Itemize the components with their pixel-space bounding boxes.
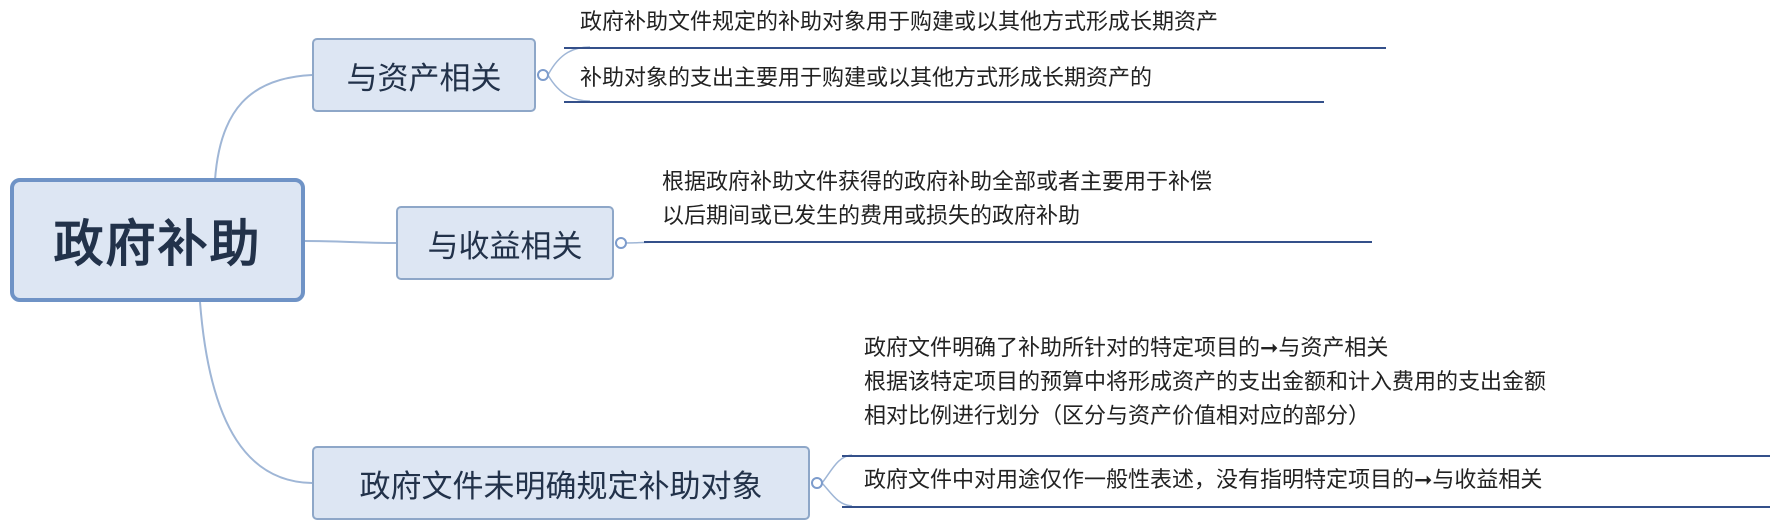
leaf-asset-1[interactable]: 政府补助文件规定的补助对象用于购建或以其他方式形成长期资产 [580,6,1218,40]
leaf-revenue-1[interactable]: 根据政府补助文件获得的政府补助全部或者主要用于补偿 以后期间或已发生的费用或损失… [662,166,1212,234]
link-unspecified-to-leaf-1 [821,454,853,484]
leaf-underline [564,47,1386,49]
leaf-asset-2[interactable]: 补助对象的支出主要用于购建或以其他方式形成长期资产的 [580,62,1152,96]
branch-node-revenue-related[interactable]: 与收益相关 [396,206,614,280]
leaf-underline [842,455,1770,457]
leaf-underline [564,101,1324,103]
link-root-to-revenue [304,240,397,244]
collapse-toggle-asset[interactable] [537,69,549,81]
leaf-unspecified-1[interactable]: 政府文件明确了补助所针对的特定项目的➞与资产相关 根据该特定项目的预算中将形成资… [864,332,1546,434]
link-unspecified-to-leaf-2 [821,482,853,507]
collapse-toggle-unspecified[interactable] [811,477,823,489]
collapse-toggle-revenue[interactable] [615,237,627,249]
link-root-to-asset [214,74,313,181]
root-node[interactable]: 政府补助 [10,178,305,302]
leaf-underline [842,506,1770,508]
leaf-underline [644,241,1372,243]
leaf-unspecified-2[interactable]: 政府文件中对用途仅作一般性表述，没有指明特定项目的➞与收益相关 [864,464,1542,498]
branch-node-unspecified-target[interactable]: 政府文件未明确规定补助对象 [312,446,810,520]
link-root-to-unspecified [199,301,313,484]
branch-node-asset-related[interactable]: 与资产相关 [312,38,536,112]
